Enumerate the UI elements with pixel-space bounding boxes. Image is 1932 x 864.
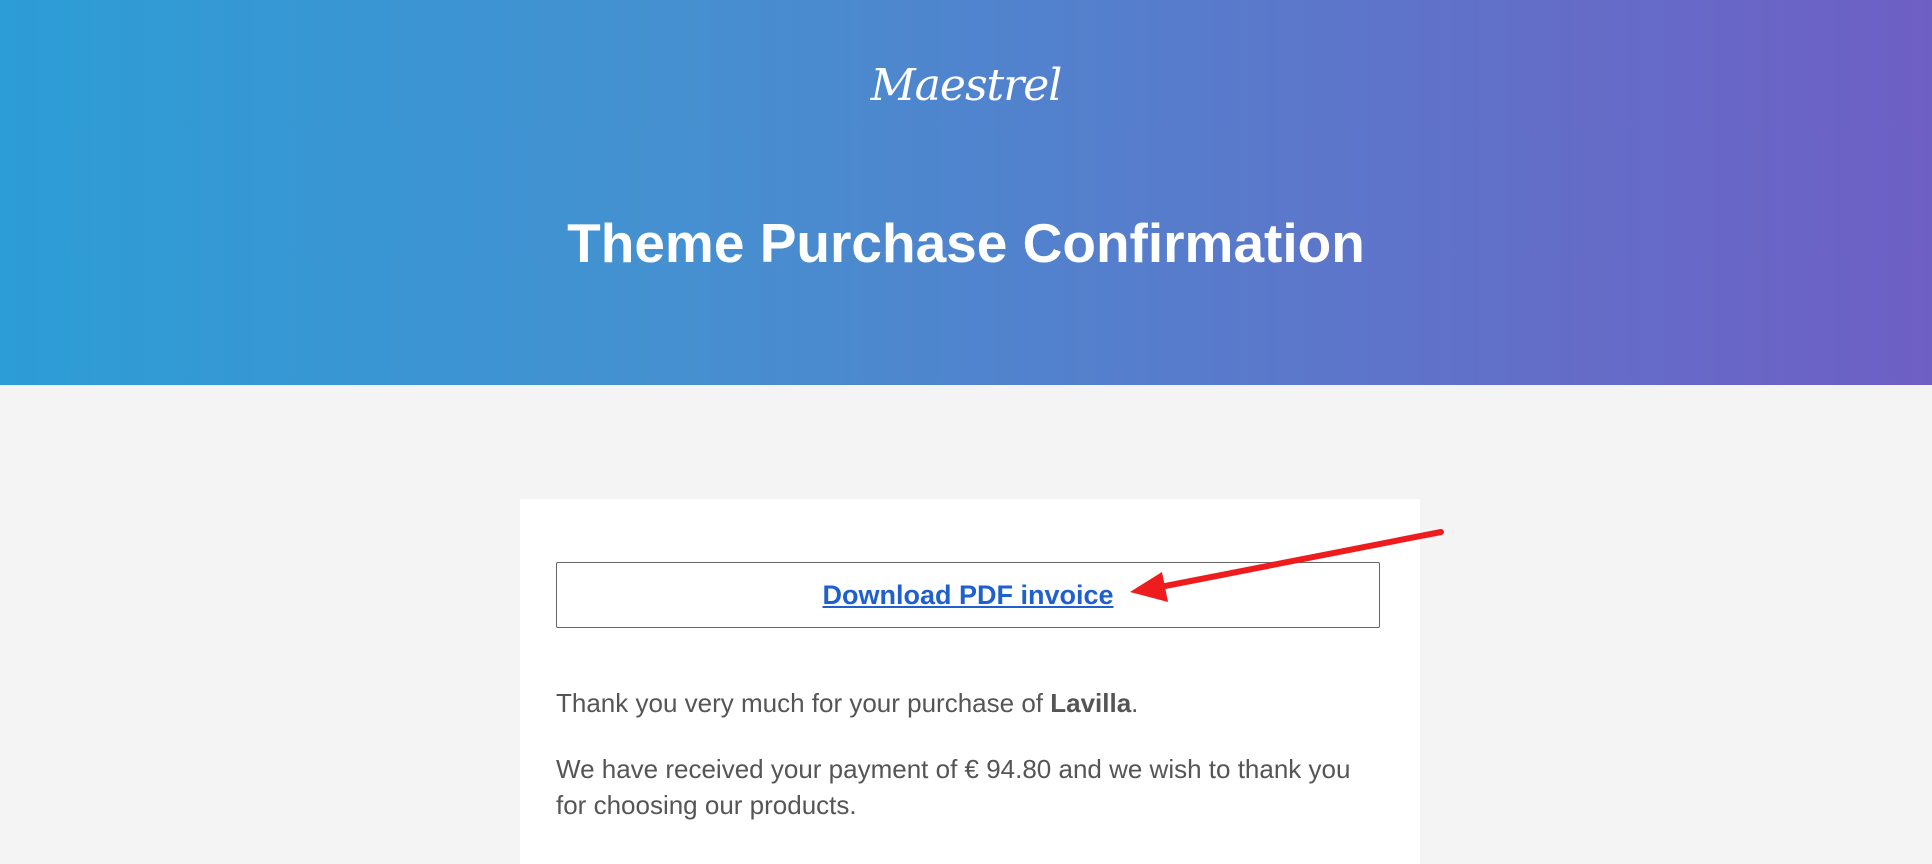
content-card: Download PDF invoice Thank you very much… xyxy=(520,499,1420,864)
product-name: Lavilla xyxy=(1050,688,1132,718)
payment-message: We have received your payment of € 94.80… xyxy=(556,754,1351,820)
invoice-button-box[interactable]: Download PDF invoice xyxy=(556,562,1380,628)
brand-logo: Maestrel xyxy=(870,60,1063,111)
download-pdf-invoice-link[interactable]: Download PDF invoice xyxy=(822,580,1113,611)
header-banner: Maestrel Theme Purchase Confirmation xyxy=(0,0,1932,385)
page-title: Theme Purchase Confirmation xyxy=(567,212,1365,274)
email-page: Maestrel Theme Purchase Confirmation Dow… xyxy=(0,0,1932,864)
thank-you-suffix: . xyxy=(1131,688,1139,718)
thank-you-prefix: Thank you very much for your purchase of xyxy=(556,688,1051,718)
thank-you-message: Thank you very much for your purchase of… xyxy=(556,685,1386,721)
